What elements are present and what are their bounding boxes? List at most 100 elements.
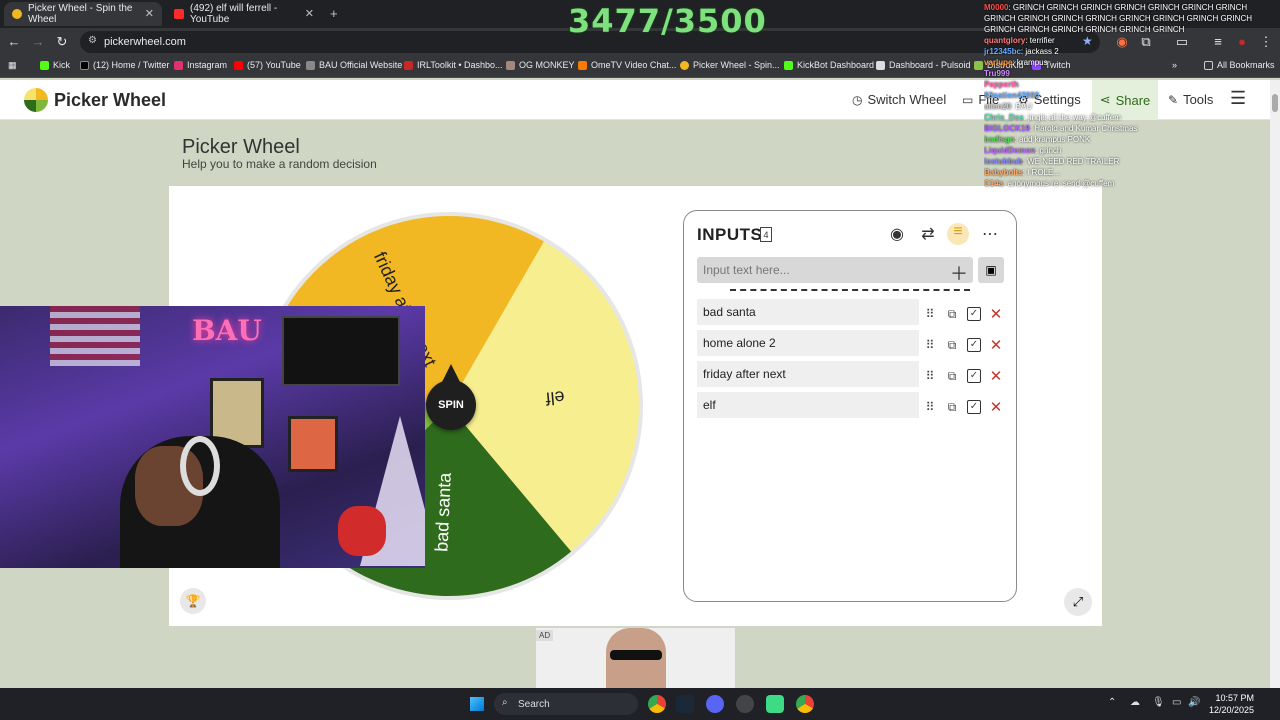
- row-actions: ⠿ ⧉ ✓ ✕: [923, 336, 1003, 354]
- chat-username: M0000: [984, 3, 1009, 12]
- switch-wheel-button[interactable]: ◷ Switch Wheel: [852, 92, 946, 107]
- chat-username: Babybolts: [984, 168, 1023, 177]
- chat-username: badlsgn: [984, 135, 1015, 144]
- app-icon[interactable]: [766, 695, 784, 713]
- tab-youtube[interactable]: (492) elf will ferrell - YouTube ✕: [166, 2, 322, 26]
- plush-toy: [338, 506, 386, 556]
- duplicate-icon[interactable]: ⧉: [945, 369, 959, 384]
- drag-handle-icon[interactable]: ⠿: [923, 369, 937, 383]
- add-image-icon[interactable]: ▣: [978, 257, 1004, 283]
- eye-icon[interactable]: ◉: [886, 224, 908, 244]
- forward-icon[interactable]: →: [30, 34, 46, 49]
- chat-username: lostubbub: [984, 157, 1023, 166]
- brand-name: Picker Wheel: [54, 89, 167, 110]
- discord-icon[interactable]: [706, 695, 724, 713]
- apps-grid-icon[interactable]: ▦: [8, 60, 17, 71]
- duplicate-icon[interactable]: ⧉: [945, 400, 959, 415]
- bookmark-twitter[interactable]: (12) Home / Twitter: [80, 60, 169, 70]
- checkbox-icon[interactable]: ✓: [967, 307, 981, 321]
- spin-button[interactable]: SPIN: [426, 380, 476, 430]
- network-icon[interactable]: ▭: [1172, 697, 1181, 708]
- inputs-count-badge: 4: [760, 227, 772, 242]
- checkbox-icon[interactable]: ✓: [967, 338, 981, 352]
- list-item[interactable]: elf: [697, 392, 919, 418]
- list-item[interactable]: bad santa: [697, 299, 919, 325]
- bookmark-youtube[interactable]: (57) YouTube: [234, 60, 301, 70]
- chat-message: 83nation42000: [984, 90, 1274, 101]
- clock-date: 12/20/2025: [1208, 705, 1254, 715]
- list-mode-icon[interactable]: ≡: [947, 223, 969, 245]
- chat-username: varlupe: [984, 58, 1013, 67]
- volume-icon[interactable]: 🔊: [1188, 697, 1200, 708]
- row-actions: ⠿ ⧉ ✓ ✕: [923, 367, 1003, 385]
- delete-icon[interactable]: ✕: [989, 367, 1003, 385]
- more-options-icon[interactable]: ⋯: [979, 224, 1001, 244]
- bookmark-og-monkey[interactable]: OG MONKEY: [506, 60, 575, 70]
- taskbar-search[interactable]: ⌕ Search: [494, 693, 638, 715]
- document-icon: [876, 60, 885, 70]
- bookmark-kick[interactable]: Kick: [40, 60, 70, 70]
- chat-message: varlupe: krampus: [984, 57, 1274, 68]
- chat-text: : I ROLE...: [1022, 168, 1061, 177]
- bookmark-pulsoid[interactable]: Dashboard - Pulsoid: [876, 60, 971, 70]
- bookmark-kickbot[interactable]: KickBot Dashboard: [784, 60, 874, 70]
- chat-message: quantglory: terrifier: [984, 35, 1274, 46]
- chrome-icon[interactable]: [648, 695, 666, 713]
- trophy-icon[interactable]: 🏆: [180, 588, 206, 614]
- tray-chevron-icon[interactable]: ⌃: [1108, 697, 1116, 708]
- goal-counter: 3477/3500: [568, 2, 767, 40]
- duplicate-icon[interactable]: ⧉: [945, 307, 959, 322]
- chrome-active-icon[interactable]: [796, 695, 814, 713]
- delete-icon[interactable]: ✕: [989, 336, 1003, 354]
- bookmark-bau[interactable]: BAU Official Website: [306, 60, 402, 70]
- tab-picker-wheel[interactable]: Picker Wheel - Spin the Wheel ✕: [4, 2, 162, 26]
- bookmark-instagram[interactable]: Instagram: [174, 60, 227, 70]
- microphone-icon[interactable]: 🎙: [1152, 697, 1165, 708]
- add-entry-icon[interactable]: ＋: [950, 260, 968, 286]
- search-icon: ⌕: [502, 697, 508, 708]
- globe-icon: [306, 60, 315, 70]
- reload-icon[interactable]: ↻: [54, 34, 70, 50]
- bookmark-irltoolkit[interactable]: IRLToolkit • Dashbo...: [404, 60, 503, 70]
- site-info-icon[interactable]: ⚙: [88, 35, 97, 46]
- chat-text: : add krampus PONK: [1014, 135, 1091, 144]
- site-logo[interactable]: Picker Wheel: [24, 88, 166, 112]
- duplicate-icon[interactable]: ⧉: [945, 338, 959, 353]
- new-tab-icon[interactable]: +: [330, 6, 338, 21]
- obs-icon[interactable]: [736, 695, 754, 713]
- bookmark-ometv[interactable]: OmeTV Video Chat...: [578, 60, 676, 70]
- windows-start-icon[interactable]: [470, 697, 484, 711]
- bookmark-picker-wheel[interactable]: Picker Wheel - Spin...: [680, 60, 780, 70]
- list-item[interactable]: home alone 2: [697, 330, 919, 356]
- drag-handle-icon[interactable]: ⠿: [923, 338, 937, 352]
- chat-username: Chris_Dss: [984, 113, 1024, 122]
- fullscreen-icon[interactable]: ⤢: [1064, 588, 1092, 616]
- taskbar-clock[interactable]: 10:57 PM 12/20/2025: [1204, 692, 1254, 716]
- distrokid-icon: [974, 60, 983, 70]
- steam-icon[interactable]: [676, 695, 694, 713]
- flag-decoration: [50, 306, 140, 366]
- chat-username: quantglory: [984, 36, 1026, 45]
- chat-message: allen20: BAU: [984, 101, 1274, 112]
- checkbox-icon[interactable]: ✓: [967, 400, 981, 414]
- chat-message: badlsgn: add krampus PONK: [984, 134, 1274, 145]
- close-tab-icon[interactable]: ✕: [145, 7, 154, 20]
- delete-icon[interactable]: ✕: [989, 305, 1003, 323]
- chat-username: LiquidDemon: [984, 146, 1036, 155]
- onedrive-icon[interactable]: ☁: [1130, 697, 1140, 708]
- ad-banner[interactable]: AD: [536, 628, 735, 688]
- shuffle-icon[interactable]: ⇄: [917, 224, 939, 244]
- drag-handle-icon[interactable]: ⠿: [923, 400, 937, 414]
- irltoolkit-icon: [404, 60, 413, 70]
- close-tab-icon[interactable]: ✕: [305, 7, 314, 20]
- drag-handle-icon[interactable]: ⠿: [923, 307, 937, 321]
- list-item[interactable]: friday after next: [697, 361, 919, 387]
- chat-text: : anonymous re: send @cuffem: [1003, 179, 1115, 188]
- monkey-icon: [506, 60, 515, 70]
- delete-icon[interactable]: ✕: [989, 398, 1003, 416]
- chat-message: BIGLOCK19: Harold and Kumar Christmas: [984, 123, 1274, 134]
- back-icon[interactable]: ←: [6, 34, 22, 49]
- youtube-icon: [234, 60, 243, 70]
- checkbox-icon[interactable]: ✓: [967, 369, 981, 383]
- input-text-field[interactable]: [697, 257, 973, 283]
